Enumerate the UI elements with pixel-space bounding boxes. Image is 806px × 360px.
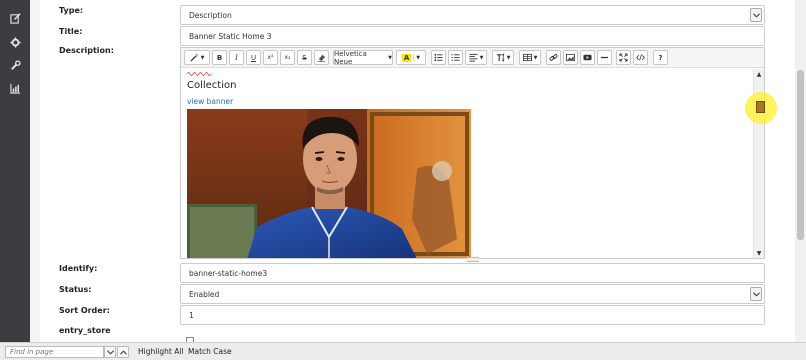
video-icon xyxy=(583,54,592,61)
unordered-list-button[interactable] xyxy=(431,50,446,65)
link-icon xyxy=(549,54,558,61)
match-case-toggle[interactable]: Match Case xyxy=(188,347,232,356)
image-button[interactable] xyxy=(563,50,578,65)
description-editor[interactable]: ▼ B I U x² x₂ S Helvetica Neue ▼ A ▼ ▼ ▼… xyxy=(180,47,765,262)
text-height-icon xyxy=(496,53,504,62)
sort-order-input[interactable]: 1 xyxy=(180,305,765,325)
table-button[interactable]: ▼ xyxy=(519,50,541,65)
editor-content[interactable]: Collection view banner xyxy=(181,69,754,258)
scroll-down-icon[interactable]: ▼ xyxy=(754,248,764,258)
magic-style-button[interactable]: ▼ xyxy=(184,50,210,65)
type-select-value: Description xyxy=(189,10,232,20)
content-heading: Collection xyxy=(187,80,237,91)
link-button[interactable] xyxy=(546,50,561,65)
font-family-select[interactable]: Helvetica Neue ▼ xyxy=(333,49,393,66)
superscript-button[interactable]: x² xyxy=(263,50,278,65)
italic-button[interactable]: I xyxy=(229,50,244,65)
bar-chart-icon xyxy=(9,83,20,94)
sidebar-item-reports[interactable] xyxy=(0,78,30,98)
edit-icon xyxy=(9,12,21,24)
code-view-button[interactable] xyxy=(633,50,648,65)
identify-label: Identify: xyxy=(59,264,98,273)
chevron-down-icon: ▼ xyxy=(388,54,392,61)
chevron-down-icon xyxy=(106,349,114,355)
drag-cursor-icon xyxy=(756,101,765,113)
align-left-icon xyxy=(469,53,478,62)
bold-button[interactable]: B xyxy=(212,50,227,65)
table-icon xyxy=(522,53,532,62)
status-label: Status: xyxy=(59,285,92,294)
image-icon xyxy=(566,53,575,62)
title-label: Title: xyxy=(59,27,83,36)
font-color-button[interactable]: A ▼ xyxy=(396,50,426,65)
page-scrollbar[interactable] xyxy=(795,0,806,342)
list-ul-icon xyxy=(434,53,443,62)
scroll-up-icon[interactable]: ▲ xyxy=(754,69,764,79)
magic-wand-icon xyxy=(190,53,198,62)
description-label: Description: xyxy=(59,46,114,55)
chevron-down-icon[interactable] xyxy=(750,287,762,301)
page-scroll-thumb[interactable] xyxy=(797,70,804,240)
find-bar: Highlight All Match Case xyxy=(0,342,806,360)
editor-toolbar: ▼ B I U x² x₂ S Helvetica Neue ▼ A ▼ ▼ ▼… xyxy=(181,48,764,68)
minus-icon xyxy=(600,56,609,59)
code-icon xyxy=(636,54,645,61)
video-button[interactable] xyxy=(580,50,595,65)
eraser-icon xyxy=(317,54,326,62)
sort-order-input-value: 1 xyxy=(189,310,194,320)
type-label: Type: xyxy=(59,6,84,15)
line-height-button[interactable]: ▼ xyxy=(492,50,514,65)
entry-store-label: entry_store xyxy=(59,326,111,335)
highlight-all-toggle[interactable]: Highlight All xyxy=(138,347,184,356)
admin-sidebar xyxy=(0,0,30,342)
find-next-button[interactable] xyxy=(104,346,116,358)
type-select[interactable]: Description xyxy=(180,5,765,25)
ordered-list-button[interactable] xyxy=(448,50,463,65)
gear-icon xyxy=(9,36,21,48)
eraser-button[interactable] xyxy=(314,50,329,65)
banner-form: Type: Description Title: Banner Static H… xyxy=(40,0,795,342)
sidebar-item-tools[interactable] xyxy=(0,55,30,75)
list-ol-icon xyxy=(451,54,460,61)
sort-order-label: Sort Order: xyxy=(59,306,110,315)
wrench-icon xyxy=(10,59,21,70)
font-family-value: Helvetica Neue xyxy=(334,49,367,66)
fullscreen-button[interactable] xyxy=(616,50,631,65)
editor-resize-handle[interactable] xyxy=(467,257,479,262)
find-previous-button[interactable] xyxy=(117,346,129,358)
chevron-up-icon xyxy=(119,349,127,355)
title-input-value: Banner Static Home 3 xyxy=(189,31,272,41)
status-select-value: Enabled xyxy=(189,289,220,299)
underline-button[interactable]: U xyxy=(246,50,261,65)
expand-icon xyxy=(619,53,628,62)
horizontal-rule-button[interactable] xyxy=(597,50,612,65)
paragraph-align-button[interactable]: ▼ xyxy=(465,50,487,65)
subscript-button[interactable]: x₂ xyxy=(280,50,295,65)
status-select[interactable]: Enabled xyxy=(180,284,765,304)
sidebar-item-settings[interactable] xyxy=(0,32,30,52)
spellcheck-underline xyxy=(187,72,211,76)
identify-input[interactable]: banner-static-home3 xyxy=(180,263,765,283)
identify-input-value: banner-static-home3 xyxy=(189,268,268,278)
title-input[interactable]: Banner Static Home 3 xyxy=(180,26,765,46)
view-banner-link[interactable]: view banner xyxy=(187,97,233,106)
banner-image[interactable] xyxy=(187,109,471,258)
help-button[interactable]: ? xyxy=(653,50,668,65)
sidebar-item-edit[interactable] xyxy=(0,8,30,28)
find-input[interactable] xyxy=(5,346,104,358)
chevron-down-icon[interactable] xyxy=(750,8,762,22)
font-color-icon: A xyxy=(401,53,412,62)
strikethrough-button[interactable]: S xyxy=(297,50,312,65)
